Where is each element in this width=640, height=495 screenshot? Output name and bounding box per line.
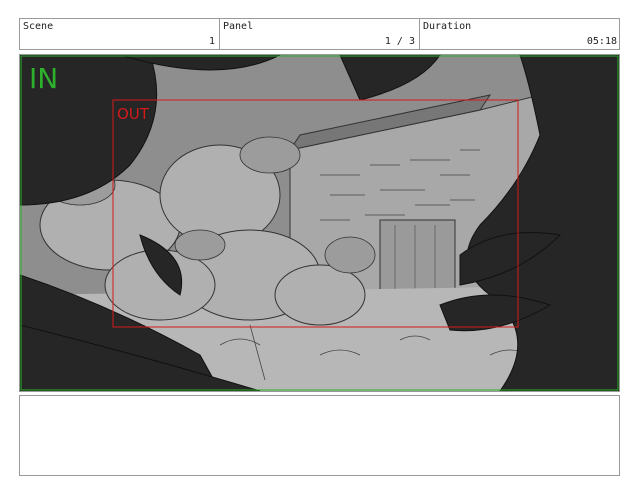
scene-cell: Scene 1: [20, 19, 220, 49]
scene-value[interactable]: 1: [209, 36, 215, 47]
panel-sketch: [20, 55, 619, 391]
panel-value[interactable]: 1 / 3: [385, 36, 415, 47]
out-label: OUT: [117, 105, 149, 123]
in-label: IN: [29, 62, 59, 95]
duration-label: Duration: [423, 21, 472, 32]
storyboard-frame[interactable]: IN OUT: [19, 54, 620, 392]
panel-label: Panel: [223, 21, 254, 32]
panel-cell: Panel 1 / 3: [220, 19, 420, 49]
duration-cell: Duration 05:18: [420, 19, 621, 49]
duration-value[interactable]: 05:18: [587, 36, 617, 47]
storyboard-header: Scene 1 Panel 1 / 3 Duration 05:18: [19, 18, 620, 50]
notes-panel[interactable]: [19, 395, 620, 476]
scene-label: Scene: [23, 21, 54, 32]
